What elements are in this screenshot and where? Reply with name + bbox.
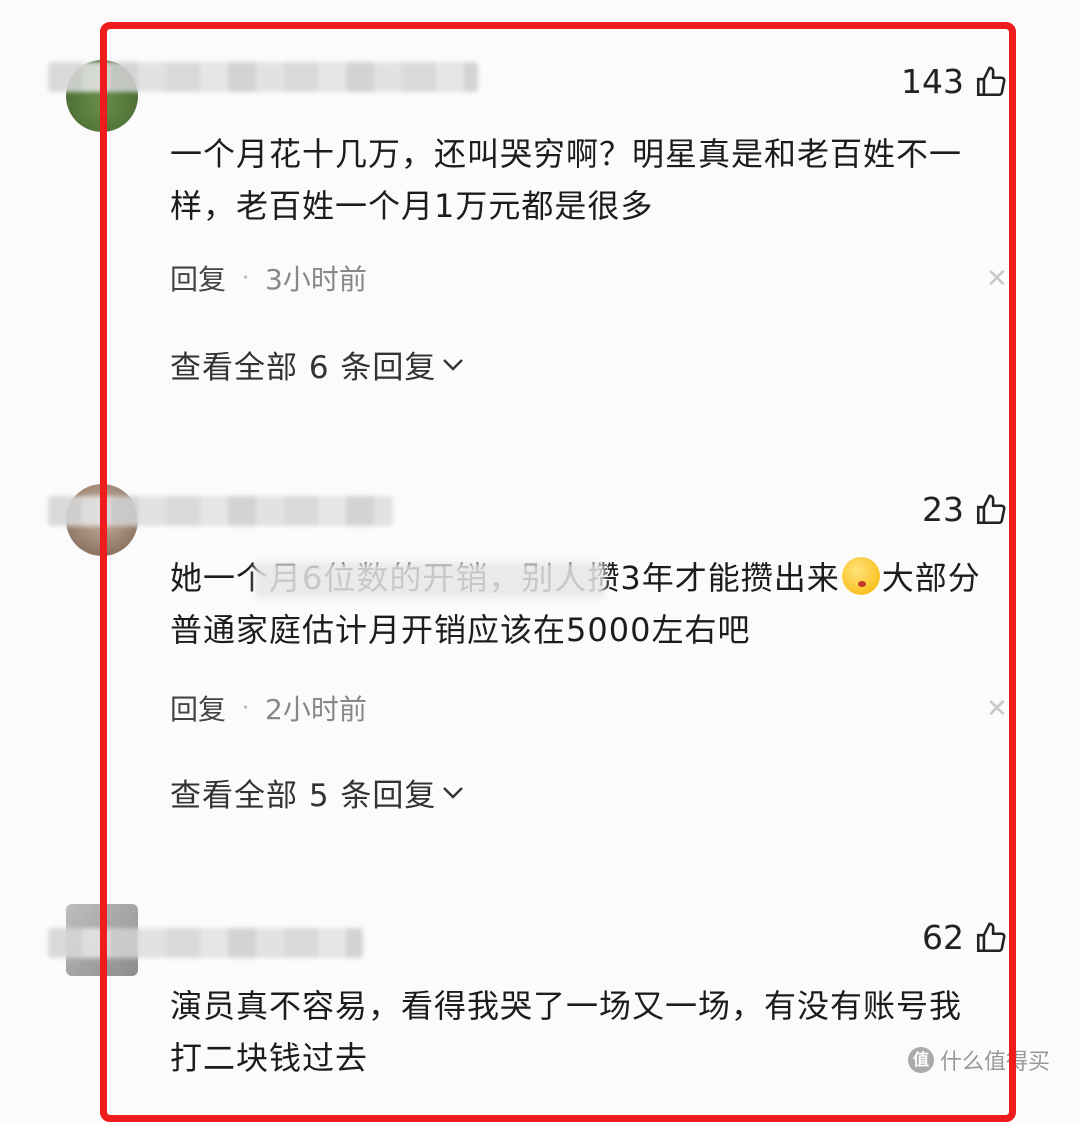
text-redaction (255, 562, 605, 598)
view-all-replies-button[interactable]: 查看全部 6 条回复 (170, 342, 464, 387)
username-blurred[interactable] (48, 62, 478, 92)
like-count[interactable]: 23 (922, 490, 1008, 529)
comment-text: 演员真不容易，看得我哭了一场又一场，有没有账号我打二块钱过去 (170, 987, 963, 1077)
comment-meta: 回复 · 3小时前 (170, 258, 367, 298)
like-count-value: 62 (922, 918, 964, 957)
like-count[interactable]: 62 (922, 918, 1008, 957)
like-count-value: 143 (901, 62, 964, 101)
view-all-replies-button[interactable]: 查看全部 5 条回复 (170, 770, 464, 815)
timestamp: 3小时前 (265, 263, 367, 296)
close-icon[interactable]: ✕ (986, 264, 1008, 294)
thumbs-up-icon[interactable] (974, 493, 1008, 527)
view-all-label: 查看全部 5 条回复 (170, 778, 437, 814)
like-count[interactable]: 143 (901, 62, 1008, 101)
comment-meta: 回复 · 2小时前 (170, 688, 367, 728)
like-count-value: 23 (922, 490, 964, 529)
username-blurred[interactable] (48, 496, 393, 526)
watermark: 值 什么值得买 (907, 1044, 1050, 1076)
reply-button[interactable]: 回复 (170, 258, 226, 298)
close-icon[interactable]: ✕ (986, 694, 1008, 724)
timestamp: 2小时前 (265, 693, 367, 726)
watermark-text: 什么值得买 (939, 1050, 1050, 1075)
chevron-down-icon (443, 786, 464, 799)
kissing-face-emoji-icon (841, 557, 880, 595)
comment-text: 一个月花十几万，还叫哭穷啊？明星真是和老百姓不一样，老百姓一个月1万元都是很多 (170, 135, 963, 225)
thumbs-up-icon[interactable] (974, 921, 1008, 955)
separator-dot: · (242, 695, 250, 721)
thumbs-up-icon[interactable] (974, 65, 1008, 99)
separator-dot: · (242, 265, 250, 291)
watermark-logo-icon: 值 (907, 1047, 934, 1073)
reply-button[interactable]: 回复 (170, 688, 226, 728)
username-blurred[interactable] (48, 928, 363, 958)
view-all-label: 查看全部 6 条回复 (170, 350, 437, 386)
chevron-down-icon (443, 358, 464, 371)
